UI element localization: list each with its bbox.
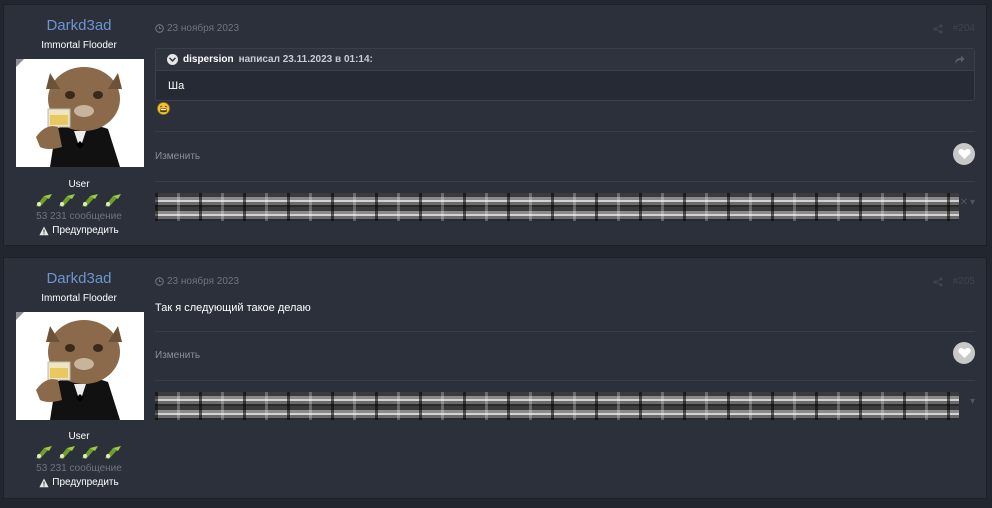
post-count: 53 231 сообщение [36, 211, 122, 222]
quote-jump-icon[interactable] [954, 55, 965, 65]
author-title: Immortal Flooder [41, 40, 117, 51]
post-body-text: Так я следующий такое делаю [155, 302, 311, 314]
avatar[interactable] [16, 312, 144, 420]
warn-label: Предупредить [52, 477, 119, 488]
edit-link[interactable]: Изменить [155, 151, 200, 162]
warn-user-link[interactable]: Предупредить [4, 477, 154, 488]
heart-icon [957, 347, 971, 358]
badge-icon [82, 194, 98, 207]
author-title: Immortal Flooder [41, 293, 117, 304]
quote-toggle-icon[interactable] [167, 54, 178, 65]
badge-icon [82, 446, 98, 459]
quote-header: dispersion написал 23.11.2023 в 01:14: [156, 49, 974, 71]
avatar[interactable] [16, 59, 144, 167]
quote-block: dispersion написал 23.11.2023 в 01:14: Ш… [155, 48, 975, 101]
warning-icon [39, 226, 49, 235]
badge-icon [36, 446, 52, 459]
badge-icon [59, 194, 75, 207]
badge-icon [105, 446, 121, 459]
post-content: 23 ноября 2023 #205 Так я следующий тако… [155, 258, 975, 498]
forum-post: Darkd3ad Immortal Flooder User 53 231 со… [3, 257, 987, 499]
edit-link[interactable]: Изменить [155, 350, 200, 361]
quote-text: Ша [168, 80, 185, 92]
author-panel: Darkd3ad Immortal Flooder User 53 231 со… [4, 258, 154, 498]
post-date-text: 23 ноября 2023 [167, 276, 240, 287]
post-date-text: 23 ноября 2023 [167, 23, 240, 34]
signature-image [155, 193, 959, 221]
reputation-badges [4, 444, 154, 460]
clock-icon [155, 24, 164, 33]
badge-icon [59, 446, 75, 459]
author-name-link[interactable]: Darkd3ad [4, 270, 154, 287]
chevron-down-icon[interactable]: ▾ [970, 197, 975, 208]
author-panel: Darkd3ad Immortal Flooder User 53 231 со… [4, 5, 154, 245]
reputation-badges [4, 192, 154, 208]
warning-icon [39, 478, 49, 487]
heart-icon [957, 148, 971, 159]
clock-icon [155, 277, 164, 286]
quote-meta: написал 23.11.2023 в 01:14: [238, 54, 373, 65]
signature-controls[interactable]: ▾ [970, 396, 975, 407]
post-count: 53 231 сообщение [36, 463, 122, 474]
post-content: 23 ноября 2023 #204 dispersion написал 2… [155, 5, 975, 245]
warn-user-link[interactable]: Предупредить [4, 225, 154, 236]
author-name-link[interactable]: Darkd3ad [4, 17, 154, 34]
share-icon[interactable] [933, 276, 943, 287]
post-number-link[interactable]: #204 [953, 23, 975, 34]
post-date[interactable]: 23 ноября 2023 [155, 23, 239, 34]
badge-icon [105, 194, 121, 207]
close-icon[interactable]: ✕ [960, 197, 968, 208]
user-group: User [68, 431, 90, 442]
signature-controls[interactable]: ✕ ▾ [960, 197, 975, 208]
user-group: User [68, 179, 90, 190]
forum-post: Darkd3ad Immortal Flooder User 53 231 со… [3, 4, 987, 246]
laughing-emoji-icon [157, 102, 170, 115]
post-number-link[interactable]: #205 [953, 276, 975, 287]
signature-image [155, 392, 959, 420]
like-button[interactable] [953, 143, 975, 165]
chevron-down-icon[interactable]: ▾ [970, 396, 975, 407]
post-date[interactable]: 23 ноября 2023 [155, 276, 239, 287]
badge-icon [36, 194, 52, 207]
quote-author-link[interactable]: dispersion [183, 54, 234, 65]
warn-label: Предупредить [52, 225, 119, 236]
like-button[interactable] [953, 342, 975, 364]
share-icon[interactable] [933, 23, 943, 34]
